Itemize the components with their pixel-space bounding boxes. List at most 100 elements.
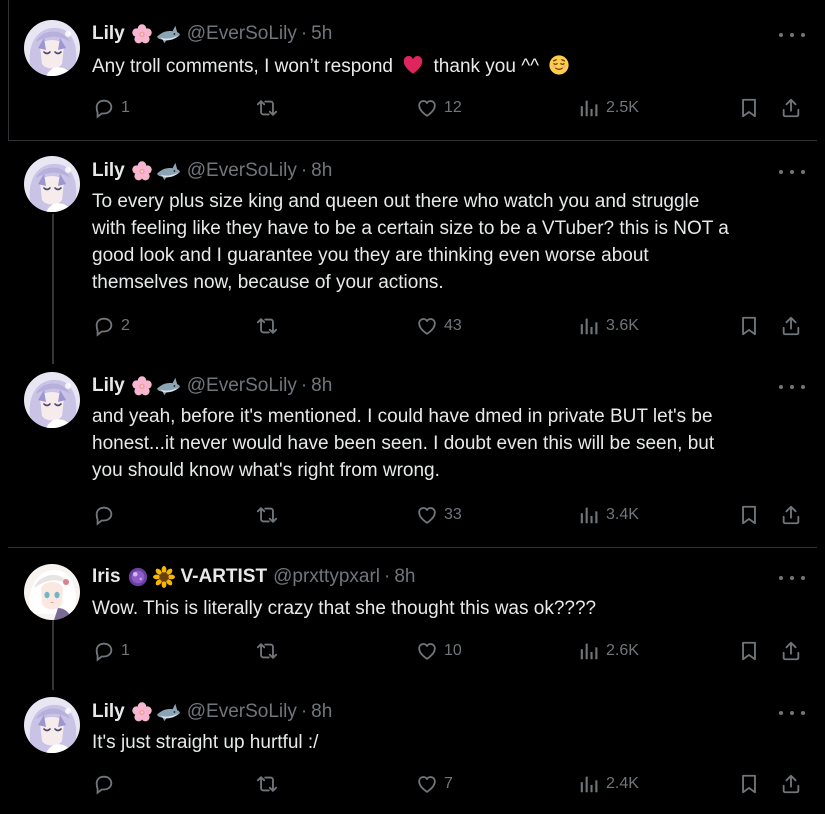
text-segment: Any troll comments, I won’t respond [92,56,393,77]
tweet-text: Any troll comments, I won’t respond than… [92,53,807,80]
share-button[interactable] [780,640,802,662]
timestamp[interactable]: 8h [311,160,332,182]
more-options-icon[interactable] [779,568,805,588]
views-icon [578,504,600,526]
like-button[interactable]: 10 [416,640,462,662]
retweet-icon [256,315,278,337]
reply-icon [93,504,115,526]
retweet-icon [256,773,278,795]
more-options-icon[interactable] [779,703,805,723]
like-count: 10 [444,642,462,659]
reply-icon [93,773,115,795]
heart-icon [416,640,438,662]
avatar-image [24,20,80,76]
tweet-text-line: Wow. This is literally crazy that she th… [92,598,597,619]
views-button[interactable]: 2.5K [578,97,639,119]
share-button[interactable] [780,315,802,337]
like-button[interactable]: 43 [416,315,462,337]
separator-dot: · [384,566,391,587]
avatar[interactable] [24,20,80,76]
reply-icon [93,315,115,337]
share-icon [780,773,802,795]
avatar-image [24,156,80,212]
views-icon [578,773,600,795]
tweet-actions: 33 3.4K [0,504,825,530]
timestamp[interactable]: 5h [311,23,332,45]
display-name[interactable]: Lily [92,701,125,723]
views-button[interactable]: 3.6K [578,315,639,337]
bookmark-button[interactable] [738,773,760,795]
timestamp[interactable]: 8h [311,701,332,723]
relieved-face-icon [548,54,570,76]
avatar-image [24,372,80,428]
reply-icon [93,640,115,662]
heart-icon [416,315,438,337]
tweet-text-line: you should know what's right from wrong. [92,460,440,481]
more-options-icon[interactable] [779,377,805,397]
share-icon [780,640,802,662]
reply-button[interactable]: 1 [93,97,130,119]
avatar[interactable] [24,156,80,212]
reply-button[interactable]: 2 [93,315,130,337]
views-button[interactable]: 2.4K [578,773,639,795]
display-name[interactable]: Lily [92,160,125,182]
handle[interactable]: @EverSoLily [187,701,297,723]
retweet-button[interactable] [256,97,278,119]
cherry-blossom-icon [131,375,153,397]
reply-count: 2 [121,317,130,334]
handle[interactable]: @prxttypxarl [273,566,380,588]
share-button[interactable] [780,97,802,119]
display-name[interactable]: Iris [92,566,121,588]
bookmark-icon [738,773,760,795]
avatar[interactable] [24,372,80,428]
bookmark-button[interactable] [738,504,760,526]
tweet[interactable]: Lily @EverSoLily · 8h It's just straight… [0,683,825,814]
handle[interactable]: @EverSoLily [187,375,297,397]
avatar[interactable] [24,564,80,620]
handle[interactable]: @EverSoLily [187,160,297,182]
tweet-header: Iris V-ARTIST @prxttypxarl · 8h [92,564,415,590]
display-name[interactable]: Lily [92,23,125,45]
tweet[interactable]: Lily @EverSoLily · 8h and yeah, before i… [0,356,825,546]
reply-count: 1 [121,99,130,116]
separator-dot: · [300,375,308,396]
share-icon [780,97,802,119]
like-button[interactable]: 7 [416,773,453,795]
bookmark-button[interactable] [738,640,760,662]
views-button[interactable]: 3.4K [578,504,639,526]
bookmark-icon [738,504,760,526]
share-button[interactable] [780,504,802,526]
timestamp[interactable]: 8h [394,566,415,588]
more-options-icon[interactable] [779,162,805,182]
retweet-button[interactable] [256,504,278,526]
display-name[interactable]: Lily [92,375,125,397]
bookmark-button[interactable] [738,97,760,119]
tweet[interactable]: Lily @EverSoLily · 8h To every plus size… [0,141,825,356]
more-options-icon[interactable] [779,25,805,45]
reply-button[interactable] [93,773,121,795]
like-button[interactable]: 12 [416,97,462,119]
timestamp[interactable]: 8h [311,375,332,397]
tweet-actions: 1 10 2.6K [0,640,825,666]
share-button[interactable] [780,773,802,795]
reply-button[interactable]: 1 [93,640,130,662]
views-icon [578,97,600,119]
display-name-suffix[interactable]: V-ARTIST [181,566,268,588]
bookmark-button[interactable] [738,315,760,337]
sunflower-icon [153,566,175,588]
retweet-button[interactable] [256,773,278,795]
tweet[interactable]: Iris V-ARTIST @prxttypxarl · 8h Wow. Thi… [0,548,825,683]
avatar[interactable] [24,697,80,753]
reply-button[interactable] [93,504,121,526]
handle[interactable]: @EverSoLily [187,23,297,45]
retweet-icon [256,504,278,526]
tweet-text: Wow. This is literally crazy that she th… [92,595,807,622]
red-heart-icon [402,54,424,76]
views-button[interactable]: 2.6K [578,640,639,662]
tweet[interactable]: Lily @EverSoLily · 5h Any troll comments… [0,0,825,140]
retweet-button[interactable] [256,315,278,337]
like-button[interactable]: 33 [416,504,462,526]
retweet-button[interactable] [256,640,278,662]
heart-icon [416,773,438,795]
tweet-text: To every plus size king and queen out th… [92,188,807,296]
